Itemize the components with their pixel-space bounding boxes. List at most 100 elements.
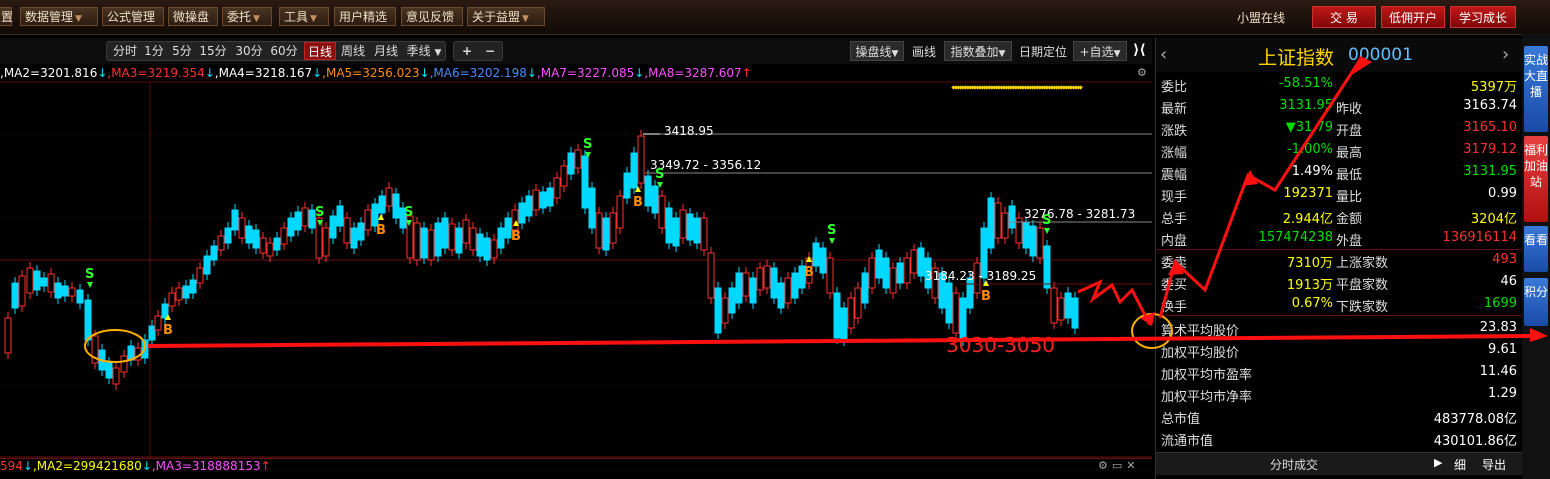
- menu-formula-manage[interactable]: 公式管理: [102, 7, 164, 26]
- indicator-value: ,MA3=318888153: [151, 459, 261, 473]
- dropdown-arrow-icon: ▼: [75, 14, 82, 24]
- candle-body: [224, 227, 232, 244]
- prev-arrow-icon[interactable]: ‹: [1160, 44, 1167, 65]
- candle-body: [350, 227, 358, 249]
- candle-body: [1064, 292, 1072, 319]
- export-button[interactable]: 导出: [1482, 456, 1506, 473]
- menubar: 置 数据管理 ▼ 公式管理 微操盘 委托 ▼ 工具 ▼ 用户精选 意见反馈 关于益盟 ▼…: [0, 0, 1550, 35]
- candle-body: [490, 239, 498, 259]
- indicator-value: ,MA2=299421680: [32, 459, 142, 473]
- quote-label: 金额: [1336, 212, 1363, 227]
- up-arrow-icon: ↑: [260, 459, 271, 473]
- quote-value: 493: [1492, 252, 1517, 267]
- quote-value: 3131.95: [1463, 164, 1517, 179]
- quote-row: 最新 3131.95 昨收 3163.74: [1156, 95, 1522, 117]
- candle-body: [47, 273, 55, 293]
- tab-live[interactable]: 实战大直播: [1524, 46, 1548, 132]
- quote-label: 委买: [1161, 278, 1188, 293]
- window-controls-icon[interactable]: ⚙▭✕: [1098, 459, 1139, 472]
- candle-body: [672, 217, 680, 247]
- candle-body: [875, 249, 883, 279]
- tab-look[interactable]: 看看: [1524, 226, 1548, 272]
- candle-body: [994, 202, 1002, 239]
- candle-body: [18, 275, 26, 307]
- candle-body: [721, 297, 729, 324]
- candle-body: [40, 277, 48, 287]
- quote-row: 委卖 7310万 上涨家数 493: [1156, 249, 1522, 271]
- menu-data-manage[interactable]: 数据管理 ▼: [20, 7, 98, 26]
- candle-body: [420, 227, 428, 259]
- quote-label: 昨收: [1336, 102, 1363, 117]
- candlestick-chart: 3418.95 3349.72 - 3356.12 3276.78 - 3281.7…: [0, 81, 1152, 471]
- candle-body: [518, 202, 526, 224]
- trade-button[interactable]: 交 易: [1312, 6, 1376, 28]
- candle-body: [917, 247, 925, 277]
- candle-body: [623, 172, 631, 199]
- candle-body: [1022, 222, 1030, 249]
- chart-area[interactable]: 分时 1分 5分 15分 30分 60分 日线 周线 月线 季线 ▼ + − 操…: [0, 38, 1152, 479]
- quote-value: 5397万: [1470, 80, 1517, 95]
- menu-settings[interactable]: 置: [0, 7, 14, 26]
- menu-about[interactable]: 关于益盟 ▼: [467, 7, 545, 26]
- candle-body: [532, 189, 540, 211]
- quote-label: 委比: [1161, 80, 1188, 95]
- online-status: 小盟在线: [1237, 11, 1286, 25]
- menu-entrust[interactable]: 委托 ▼: [222, 7, 272, 26]
- ticks-title: 分时成交: [1269, 458, 1318, 472]
- detail-button[interactable]: 细: [1454, 456, 1466, 473]
- candle-body: [497, 227, 505, 249]
- candle-body: [1043, 245, 1051, 289]
- quote-label: 最高: [1336, 146, 1363, 161]
- candle-body: [546, 187, 554, 207]
- quote-label: 外盘: [1336, 234, 1363, 249]
- menu-user-picks[interactable]: 用户精选: [334, 7, 396, 26]
- candle-body: [707, 252, 715, 299]
- candle-body: [1050, 287, 1058, 324]
- menu-feedback[interactable]: 意见反馈: [401, 7, 463, 26]
- quote-row: 委比 -58.51% 5397万: [1156, 73, 1522, 95]
- menu-label: 置: [1, 10, 14, 24]
- candle-body: [441, 217, 449, 249]
- open-account-button[interactable]: 低佣开户: [1381, 6, 1445, 28]
- quote-row: 涨幅 -1.00% 最高 3179.12: [1156, 139, 1522, 161]
- candle-body: [763, 265, 771, 289]
- divider: [1156, 315, 1522, 316]
- candle-body: [476, 233, 484, 257]
- menu-tools[interactable]: 工具 ▼: [279, 7, 329, 26]
- quote-row: 涨跌 ▼31.79 开盘 3165.10: [1156, 117, 1522, 139]
- candle-body: [154, 315, 162, 331]
- candle-body: [148, 325, 156, 341]
- candle-body: [658, 195, 666, 229]
- next-arrow-icon[interactable]: ›: [1502, 44, 1509, 65]
- tab-points[interactable]: 积分: [1524, 278, 1548, 326]
- candle-body: [903, 257, 911, 284]
- quote-row: 算术平均股价 23.83: [1156, 317, 1522, 339]
- candle-body: [434, 222, 442, 257]
- candle-body: [784, 277, 792, 304]
- down-arrow-icon: [1044, 228, 1050, 234]
- candle-body: [595, 212, 603, 249]
- quote-label: 涨幅: [1161, 146, 1188, 161]
- candle-body: [1036, 227, 1044, 259]
- candle-body: [141, 339, 149, 359]
- quote-label: 开盘: [1336, 124, 1363, 139]
- high-label: 3418.95: [664, 124, 714, 138]
- candle-body: [168, 292, 176, 307]
- candle-body: [4, 317, 12, 354]
- quote-panel: ‹ 上证指数 000001 › 委比 -58.51% 5397万 最新 3131.95 昨…: [1155, 38, 1522, 479]
- candle-body: [378, 195, 386, 214]
- learn-button[interactable]: 学习成长: [1450, 6, 1516, 28]
- candle-body: [770, 267, 778, 299]
- quote-label: 量比: [1336, 190, 1363, 205]
- down-arrow-icon: [829, 238, 835, 244]
- candle-body: [273, 237, 281, 251]
- candle-body: [735, 272, 743, 304]
- candle-body: [553, 177, 561, 199]
- candle-body: [11, 282, 19, 309]
- menu-label: 意见反馈: [406, 10, 455, 24]
- menu-micro-trade[interactable]: 微操盘: [168, 7, 218, 26]
- play-icon[interactable]: ▶: [1434, 456, 1442, 469]
- tab-bonus[interactable]: 福利加油站: [1524, 136, 1548, 222]
- candle-body: [756, 267, 764, 291]
- candle-body: [287, 217, 295, 237]
